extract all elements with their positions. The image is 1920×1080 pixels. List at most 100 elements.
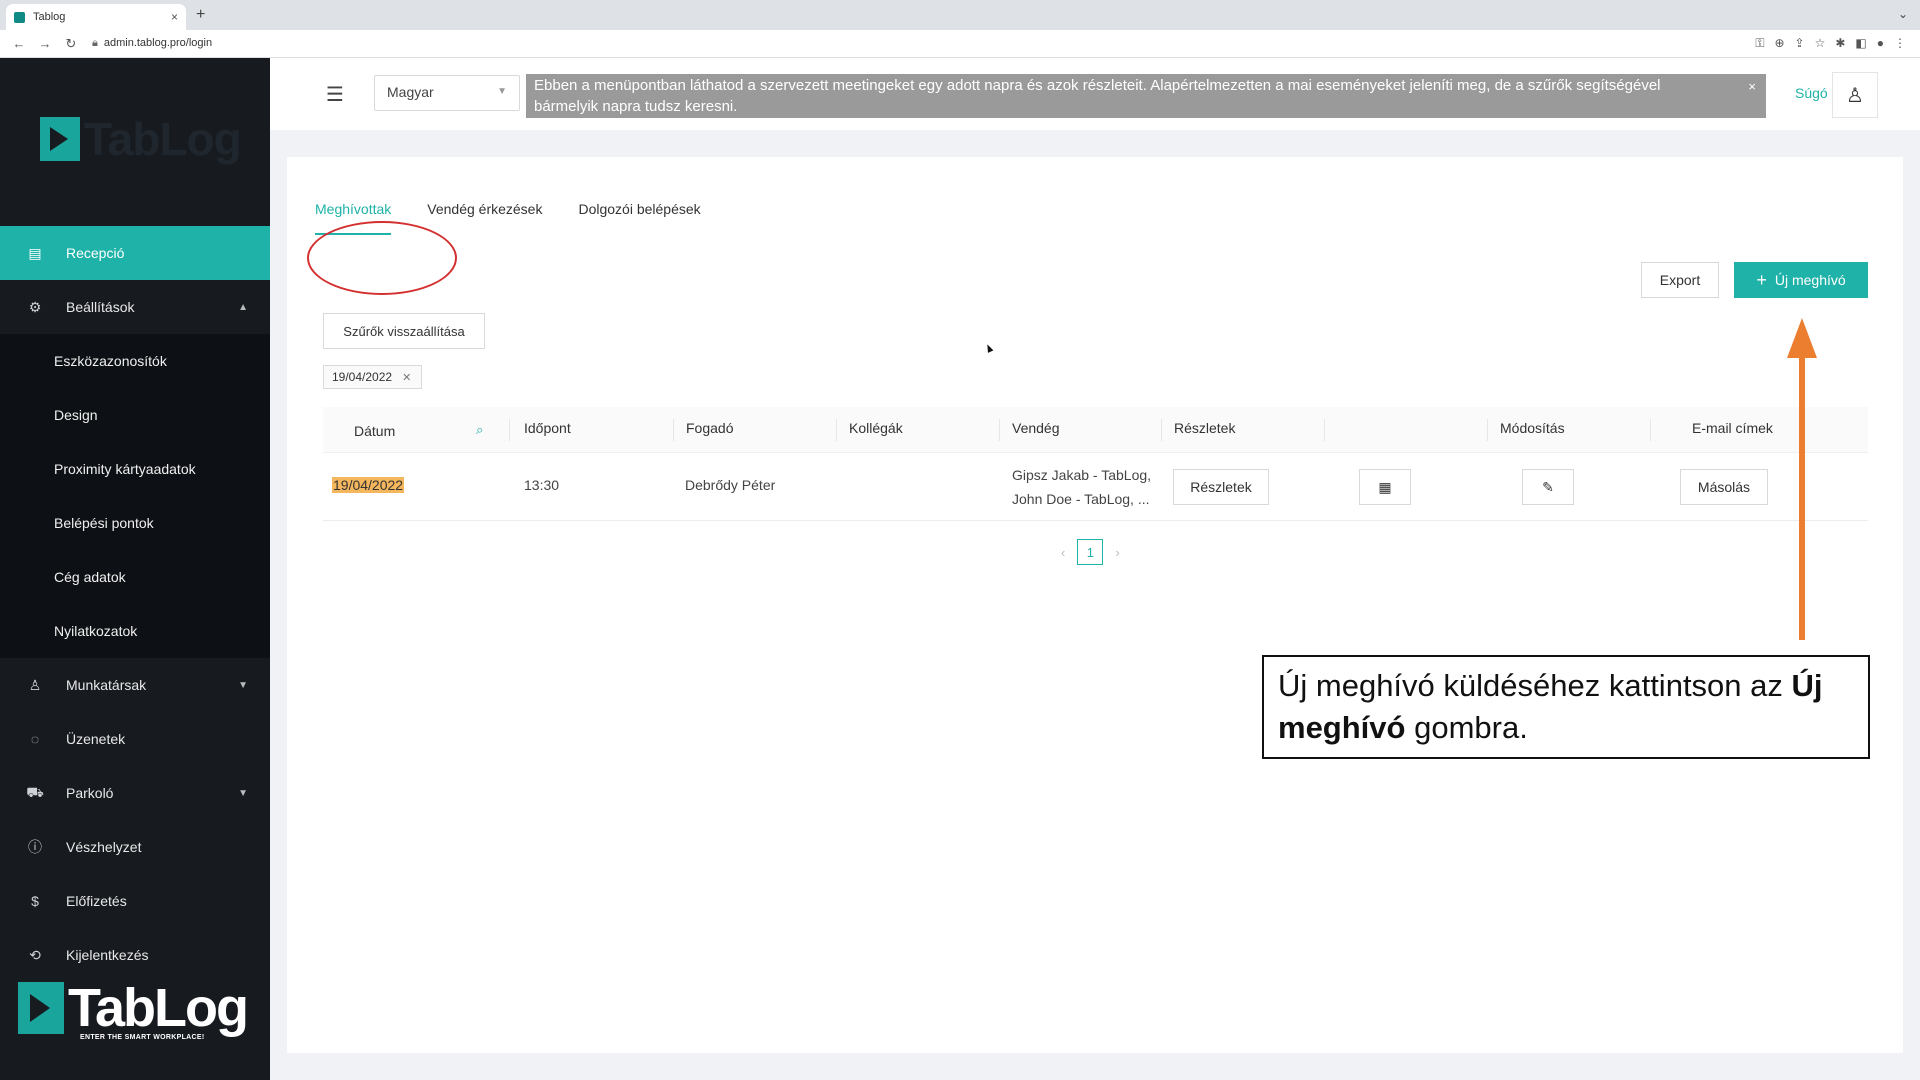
chevron-up-icon: ▲ <box>238 301 248 313</box>
browser-address-bar: ← → ↻ 🔒︎ admin.tablog.pro/login ⚿ ⊕ ⇪ ☆ ✱… <box>0 30 1920 58</box>
reception-icon: ▤ <box>28 244 42 261</box>
tab-search-chevron-icon[interactable]: ⌄ <box>1898 7 1908 21</box>
sidebar-item-label: Beállítások <box>66 299 135 315</box>
tab-dolgozoi-belepesek[interactable]: Dolgozói belépések <box>578 201 700 235</box>
sidebar-item-label: Munkatársak <box>66 677 147 693</box>
column-header-reszletek: Részletek <box>1174 420 1236 436</box>
column-divider <box>1487 419 1488 441</box>
close-icon[interactable]: × <box>1748 76 1756 97</box>
reload-icon[interactable]: ↻ <box>64 36 78 52</box>
pagination: ‹ 1 › <box>1061 539 1120 565</box>
annotation-arrow <box>1799 352 1805 640</box>
annotation-circle <box>307 221 457 295</box>
sidebar-item-uzenetek[interactable]: ◌ Üzenetek <box>0 712 270 766</box>
next-page-icon[interactable]: › <box>1115 545 1119 560</box>
new-tab-button[interactable]: + <box>196 6 205 24</box>
column-divider <box>836 419 837 441</box>
profile-icon[interactable]: ● <box>1877 36 1884 51</box>
help-link[interactable]: Súgó <box>1795 85 1828 101</box>
tab-bar: Meghívottak Vendég érkezések Dolgozói be… <box>307 201 737 295</box>
info-banner: Ebben a menüpontban láthatod a szervezet… <box>526 74 1766 118</box>
cell-guests: Gipsz Jakab - TabLog, John Doe - TabLog,… <box>1012 463 1151 511</box>
chevron-down-icon: ▼ <box>497 86 507 97</box>
cell-date-value: 19/04/2022 <box>332 477 405 493</box>
callout-text: gombra. <box>1405 710 1528 745</box>
reset-filters-button[interactable]: Szűrők visszaállítása <box>323 313 485 349</box>
sidebar-subitem-belepesi-pontok[interactable]: Belépési pontok <box>0 496 270 550</box>
chevron-down-icon: ▼ <box>238 679 248 691</box>
url-text: admin.tablog.pro/login <box>103 37 213 49</box>
sidebar-item-munkatarsak[interactable]: ♙ Munkatársak ▼ <box>0 658 270 712</box>
sidebar-subitem-nyilatkozatok[interactable]: Nyilatkozatok <box>0 604 270 658</box>
sidebar-logo[interactable]: TabLog <box>40 112 242 166</box>
forward-icon[interactable]: → <box>38 36 52 51</box>
language-select[interactable]: Magyar ▼ <box>374 75 520 111</box>
info-banner-text: Ebben a menüpontban láthatod a szervezet… <box>534 77 1661 115</box>
lock-icon: 🔒︎ <box>92 37 98 49</box>
tab-close-icon[interactable]: × <box>171 10 178 24</box>
column-divider <box>673 419 674 441</box>
sidebar-item-parkolo[interactable]: ⛟ Parkoló ▼ <box>0 766 270 820</box>
column-divider <box>1161 419 1162 441</box>
new-invite-button[interactable]: + Új meghívó <box>1734 262 1868 298</box>
cell-time: 13:30 <box>524 477 560 493</box>
sidebar-subitem-ceg-adatok[interactable]: Cég adatok <box>0 550 270 604</box>
sidebar-item-label: Vészhelyzet <box>66 839 142 855</box>
column-divider <box>509 419 510 441</box>
column-header-vendeg: Vendég <box>1012 420 1060 436</box>
star-icon[interactable]: ☆ <box>1815 36 1826 51</box>
sidebar-item-recepcio[interactable]: ▤ Recepció <box>0 226 270 280</box>
browser-tab[interactable]: Tablog × <box>6 4 186 30</box>
menu-kebab-icon[interactable]: ⋮ <box>1894 36 1906 51</box>
sidebar-subitem-proximity[interactable]: Proximity kártyaadatok <box>0 442 270 496</box>
extensions-icon[interactable]: ✱ <box>1835 36 1845 51</box>
sidebar-item-beallitasok[interactable]: ⚙ Beállítások ▲ <box>0 280 270 334</box>
plus-icon: + <box>1756 270 1767 290</box>
table-row: 19/04/2022 13:30 Debrődy Péter Gipsz Jak… <box>323 453 1868 521</box>
sidebar-subitem-eszkozazonositok[interactable]: Eszközazonosítók <box>0 334 270 388</box>
menu-collapse-icon[interactable]: ☰ <box>326 82 344 107</box>
column-header-modositas: Módosítás <box>1500 420 1565 436</box>
top-header: ☰ Magyar ▼ Ebben a menüpontban láthatod … <box>270 58 1920 130</box>
page-number[interactable]: 1 <box>1077 539 1104 565</box>
table-header: Dátum ⌕ Időpont Fogadó Kollégák Vendég R… <box>323 407 1868 453</box>
zoom-icon[interactable]: ⊕ <box>1774 36 1784 51</box>
edit-button[interactable]: ✎ <box>1522 469 1574 505</box>
sidebar-subitem-design[interactable]: Design <box>0 388 270 442</box>
car-icon: ⛟ <box>26 783 44 800</box>
column-header-kollegak: Kollégák <box>849 420 903 436</box>
logo-wordmark: TabLog <box>68 978 249 1038</box>
prev-page-icon[interactable]: ‹ <box>1061 545 1065 560</box>
url-field[interactable]: 🔒︎ admin.tablog.pro/login <box>92 37 212 50</box>
filter-tag-label: 19/04/2022 <box>332 370 393 384</box>
sidebar-item-kijelentkezes[interactable]: ⟲ Kijelentkezés <box>0 928 270 982</box>
search-icon[interactable]: ⌕ <box>476 422 483 438</box>
column-header-email: E-mail címek <box>1692 420 1773 436</box>
user-profile-button[interactable]: ♙ <box>1832 72 1878 118</box>
details-button[interactable]: Részletek <box>1173 469 1269 505</box>
key-icon[interactable]: ⚿ <box>1755 36 1764 51</box>
sidebar-bottom-logo: TabLog ENTER THE SMART WORKPLACE! <box>18 978 249 1041</box>
chevron-down-icon: ▼ <box>238 787 248 799</box>
calendar-button[interactable]: ▦ <box>1359 469 1411 505</box>
sidebar-item-label: Előfizetés <box>66 893 127 909</box>
sidebar-item-elofizetes[interactable]: $ Előfizetés <box>0 874 270 928</box>
sidebar: TabLog ▤ Recepció ⚙ Beállítások ▲ Eszköz… <box>0 58 270 1080</box>
column-divider <box>1650 419 1651 441</box>
guest-line: Gipsz Jakab - TabLog, <box>1012 467 1152 483</box>
share-icon[interactable]: ⇪ <box>1795 36 1805 51</box>
export-button[interactable]: Export <box>1641 262 1719 298</box>
browser-tab-title: Tablog <box>33 11 66 23</box>
cell-host: Debrődy Péter <box>685 477 776 493</box>
sidepanel-icon[interactable]: ◧ <box>1855 36 1866 51</box>
filter-tag: 19/04/2022 ✕ <box>323 365 423 389</box>
close-icon[interactable]: ✕ <box>402 371 411 384</box>
column-header-idopont: Időpont <box>524 420 571 436</box>
back-icon[interactable]: ← <box>12 36 26 51</box>
browser-tabbar: Tablog × + ⌄ <box>0 0 1920 30</box>
browser-toolbar-icons: ⚿ ⊕ ⇪ ☆ ✱ ◧ ● ⋮ <box>1755 36 1906 51</box>
copy-button[interactable]: Másolás <box>1680 469 1768 505</box>
sidebar-item-veszhelyzet[interactable]: ⓘ Vészhelyzet <box>0 820 270 874</box>
tablog-logo-icon <box>40 117 80 161</box>
tab-vendeg-erkezesek[interactable]: Vendég érkezések <box>427 201 542 235</box>
